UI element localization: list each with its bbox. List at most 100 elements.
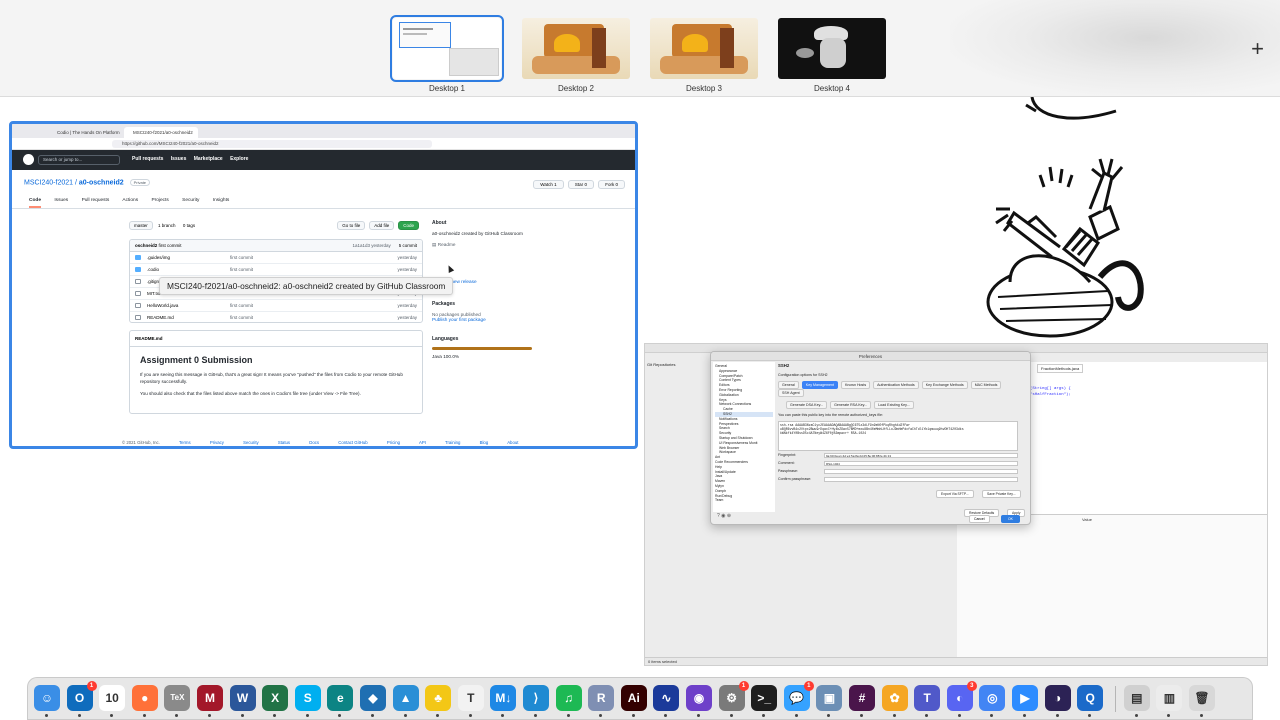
- tab-key-exchange-methods[interactable]: Key Exchange Methods: [921, 381, 968, 389]
- properties-view[interactable]: Value: [957, 514, 1267, 659]
- illustrator-icon[interactable]: Ai: [620, 685, 647, 717]
- chrome-icon[interactable]: ◎: [979, 685, 1006, 717]
- desktop-3-thumbnail[interactable]: [650, 18, 758, 79]
- footer-link[interactable]: Blog: [480, 440, 489, 445]
- system-preferences-icon[interactable]: ⚙ 1: [718, 681, 749, 717]
- github-desktop-icon[interactable]: ◉: [686, 685, 712, 717]
- ok-button[interactable]: OK: [1001, 515, 1020, 523]
- footer-link[interactable]: Status: [278, 440, 290, 445]
- tab-github-repo[interactable]: MSCI240-f2021/a0-oschneid2: [124, 127, 198, 138]
- generate-rsa-button[interactable]: Generate RSA Key...: [830, 401, 872, 409]
- desktop-4-thumbnail[interactable]: [778, 18, 886, 79]
- github-search-input[interactable]: Search or jump to...: [38, 155, 120, 165]
- go-to-file-button[interactable]: Go to file: [337, 221, 366, 230]
- tab-mac-methods[interactable]: MAC Methods: [970, 381, 1002, 389]
- terminal-icon[interactable]: >_: [751, 685, 778, 717]
- tab-actions[interactable]: Actions: [122, 198, 138, 203]
- git-repositories-view[interactable]: Git Repositories: [647, 362, 675, 367]
- publish-package-link[interactable]: Publish your first package: [432, 317, 486, 322]
- audacity-icon[interactable]: ∿: [653, 685, 680, 717]
- confirm-passphrase-field[interactable]: [824, 477, 1018, 482]
- public-key-textarea[interactable]: ssh-rsa AAAAB3NzaC1yc2EAAAADAQABAAABgQC6…: [778, 421, 1018, 451]
- url-field[interactable]: https://github.com/MSCI240-f2021/a0-osch…: [112, 140, 432, 148]
- generate-dsa-button[interactable]: Generate DSA Key...: [786, 401, 828, 409]
- discord-icon[interactable]: ◐ 3: [946, 681, 977, 717]
- footer-link[interactable]: Training: [445, 440, 460, 445]
- markdown-icon[interactable]: M↓: [490, 685, 517, 717]
- quicktime-icon[interactable]: Q: [1077, 685, 1104, 717]
- export-sftp-button[interactable]: Export Via SFTP...: [936, 490, 974, 498]
- file-name[interactable]: HelloWorld.java: [147, 303, 178, 308]
- repo-name-link[interactable]: a0-oschneid2: [79, 179, 124, 186]
- star-button[interactable]: Star 0: [567, 180, 594, 189]
- teams-icon[interactable]: T: [914, 685, 941, 717]
- file-row[interactable]: .codio first commit yesterday: [130, 264, 422, 276]
- desktop-1-thumbnail[interactable]: [390, 15, 504, 82]
- fingerprint-field[interactable]: 9a:90:0a:e1:4d:e1:5a:8a:2d:25:8e:06:88:f…: [824, 453, 1018, 458]
- excel-icon[interactable]: X: [262, 685, 289, 717]
- r-icon[interactable]: R: [588, 685, 615, 717]
- preferences-tree[interactable]: General Appearance Compare/Patch Content…: [713, 362, 775, 512]
- file-name[interactable]: README.md: [147, 315, 174, 320]
- messages-icon[interactable]: 💬 1: [783, 681, 814, 717]
- file-commit-msg[interactable]: first commit: [230, 312, 253, 322]
- code-button[interactable]: Code: [398, 221, 419, 230]
- commit-count[interactable]: 5 commit: [399, 240, 417, 252]
- file-commit-msg[interactable]: first commit: [230, 264, 253, 276]
- tab-issues[interactable]: Issues: [54, 198, 68, 203]
- repo-owner-link[interactable]: MSCI240-f2021: [24, 179, 73, 186]
- file-row[interactable]: HelloWorld.java first commit yesterday: [130, 300, 422, 312]
- github-logo-icon[interactable]: [23, 154, 34, 165]
- browser-window[interactable]: Codio | The Hands On Platform MSCI240-f2…: [9, 121, 638, 449]
- downloads-icon[interactable]: ▤: [1123, 685, 1150, 717]
- footer-link[interactable]: Security: [243, 440, 259, 445]
- add-file-button[interactable]: Add file: [369, 221, 395, 230]
- space-desktop-1[interactable]: Desktop 1: [390, 15, 504, 93]
- cyberduck-icon[interactable]: ♣: [425, 685, 452, 717]
- footer-link[interactable]: Privacy: [210, 440, 224, 445]
- dialog-help-icons[interactable]: ? ◉ ⊕: [717, 513, 731, 519]
- commit-message[interactable]: first commit: [159, 243, 182, 248]
- file-name[interactable]: .codio: [147, 267, 159, 272]
- commit-author[interactable]: oschneid2: [135, 243, 157, 248]
- tab-key-management[interactable]: Key Management: [801, 381, 838, 389]
- preview-icon[interactable]: ▣: [816, 685, 843, 717]
- tab-general[interactable]: General: [778, 381, 799, 389]
- footer-link[interactable]: Terms: [179, 440, 191, 445]
- tab-codio[interactable]: Codio | The Hands On Platform: [48, 127, 122, 138]
- footer-link[interactable]: API: [419, 440, 426, 445]
- tab-security[interactable]: Security: [182, 198, 199, 203]
- file-row[interactable]: README.md first commit yesterday: [130, 312, 422, 322]
- firefox-icon[interactable]: ●: [131, 685, 158, 717]
- finder-icon[interactable]: ☺: [34, 685, 60, 717]
- footer-link[interactable]: Pricing: [387, 440, 400, 445]
- cancel-button[interactable]: Cancel: [969, 515, 990, 523]
- zoom-icon[interactable]: ▶: [1012, 685, 1038, 717]
- sourcetree-icon[interactable]: ◆: [360, 685, 386, 717]
- footer-link[interactable]: Docs: [309, 440, 319, 445]
- preferences-dialog[interactable]: Preferences General Appearance Compare/P…: [710, 351, 1031, 525]
- space-desktop-4[interactable]: Desktop 4: [778, 18, 886, 93]
- tree-item[interactable]: Team: [715, 498, 773, 503]
- skype-icon[interactable]: S: [294, 685, 321, 717]
- tab-code[interactable]: Code: [29, 198, 41, 208]
- space-desktop-2[interactable]: Desktop 2: [522, 18, 630, 93]
- branch-count-link[interactable]: 1 branch: [158, 223, 176, 228]
- editor-tab[interactable]: FractionMethods.java: [1037, 364, 1084, 373]
- spotify-icon[interactable]: ♫: [555, 685, 582, 717]
- vscode-icon[interactable]: ⟩: [523, 685, 549, 717]
- watch-button[interactable]: Watch 1: [533, 180, 564, 189]
- file-commit-msg[interactable]: first commit: [230, 252, 253, 264]
- file-row[interactable]: .guides/img first commit yesterday: [130, 252, 422, 264]
- tex-icon[interactable]: TeX: [164, 685, 191, 717]
- branch-selector[interactable]: master: [129, 221, 153, 230]
- tab-known-hosts[interactable]: Known Hosts: [840, 381, 871, 389]
- save-private-key-button[interactable]: Save Private Key...: [982, 490, 1021, 498]
- nav-explore[interactable]: Explore: [230, 156, 248, 162]
- photos-icon[interactable]: ✿: [881, 685, 908, 717]
- word-icon[interactable]: W: [229, 685, 256, 717]
- calendar-icon[interactable]: 10: [99, 685, 126, 717]
- keynote-icon[interactable]: ▲: [392, 685, 419, 717]
- tab-insights[interactable]: Insights: [213, 198, 230, 203]
- tab-ssh-agent[interactable]: SSH Agent: [778, 389, 804, 397]
